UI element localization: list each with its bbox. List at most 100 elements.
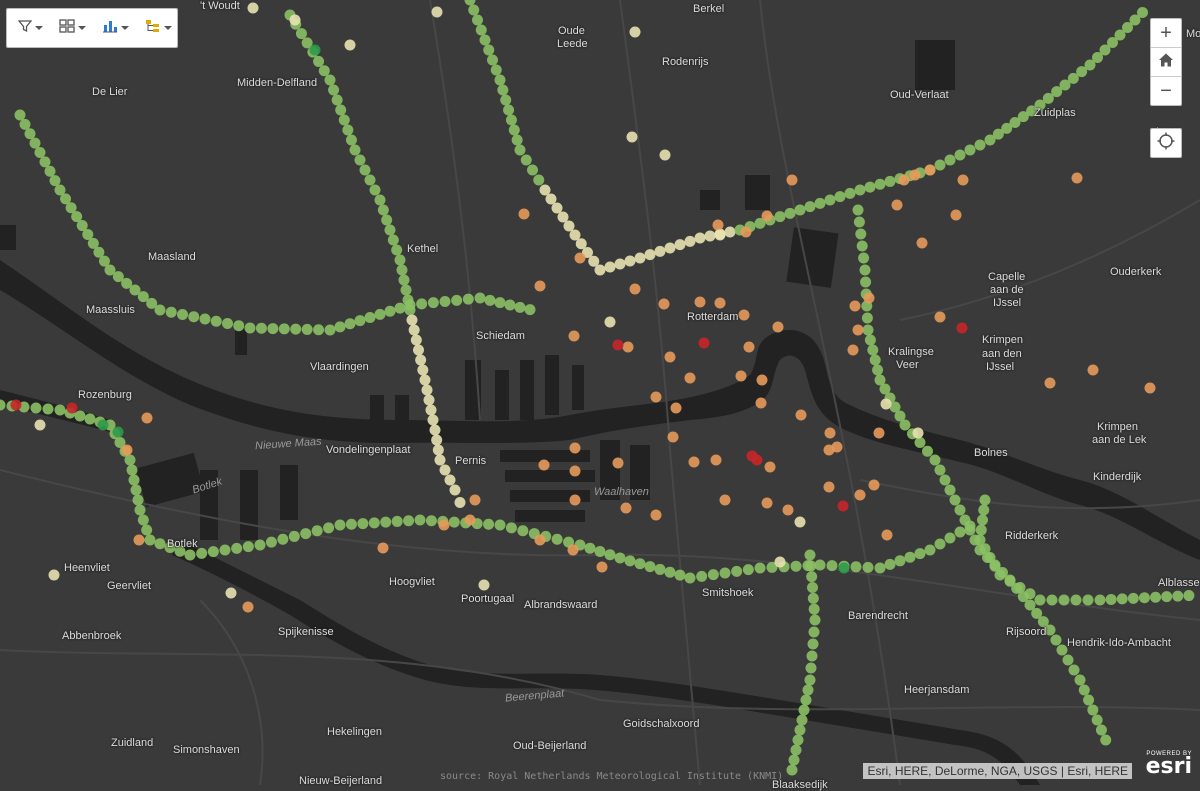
observation-marker[interactable] bbox=[569, 465, 581, 477]
observation-marker[interactable] bbox=[954, 526, 966, 538]
observation-marker[interactable] bbox=[804, 549, 816, 561]
observation-marker[interactable] bbox=[84, 413, 96, 425]
observation-marker[interactable] bbox=[517, 525, 529, 537]
observation-marker[interactable] bbox=[856, 240, 868, 252]
observation-marker[interactable] bbox=[472, 14, 483, 26]
observation-marker[interactable] bbox=[1082, 594, 1094, 606]
observation-marker[interactable] bbox=[924, 164, 936, 176]
observation-marker[interactable] bbox=[255, 322, 267, 334]
observation-marker[interactable] bbox=[432, 444, 444, 456]
observation-marker[interactable] bbox=[374, 194, 386, 206]
observation-marker[interactable] bbox=[1094, 594, 1106, 606]
observation-marker[interactable] bbox=[342, 124, 354, 136]
observation-marker[interactable] bbox=[354, 154, 366, 166]
observation-marker[interactable] bbox=[807, 582, 818, 593]
observation-marker[interactable] bbox=[944, 532, 956, 544]
observation-marker[interactable] bbox=[805, 662, 817, 674]
observation-marker[interactable] bbox=[756, 374, 768, 386]
observation-marker[interactable] bbox=[563, 220, 575, 232]
observation-marker[interactable] bbox=[539, 184, 551, 196]
observation-marker[interactable] bbox=[112, 426, 124, 438]
observation-marker[interactable] bbox=[881, 529, 893, 541]
observation-marker[interactable] bbox=[364, 312, 376, 323]
observation-marker[interactable] bbox=[300, 528, 312, 540]
observation-marker[interactable] bbox=[622, 341, 634, 353]
observation-marker[interactable] bbox=[527, 164, 538, 176]
observation-marker[interactable] bbox=[394, 302, 406, 314]
observation-marker[interactable] bbox=[975, 524, 987, 536]
hierarchy-button[interactable] bbox=[142, 16, 175, 40]
observation-marker[interactable] bbox=[612, 339, 624, 351]
observation-marker[interactable] bbox=[1087, 364, 1099, 376]
observation-marker[interactable] bbox=[804, 674, 816, 686]
observation-marker[interactable] bbox=[295, 28, 307, 40]
observation-marker[interactable] bbox=[944, 484, 956, 496]
observation-marker[interactable] bbox=[165, 306, 177, 318]
observation-marker[interactable] bbox=[406, 314, 418, 326]
observation-marker[interactable] bbox=[421, 384, 433, 396]
observation-marker[interactable] bbox=[225, 587, 237, 599]
observation-marker[interactable] bbox=[374, 308, 386, 320]
observation-marker[interactable] bbox=[133, 534, 145, 546]
observation-marker[interactable] bbox=[806, 650, 818, 662]
observation-marker[interactable] bbox=[154, 538, 166, 550]
observation-marker[interactable] bbox=[847, 344, 859, 356]
observation-marker[interactable] bbox=[654, 245, 666, 257]
observation-marker[interactable] bbox=[795, 409, 807, 421]
observation-marker[interactable] bbox=[344, 318, 356, 330]
observation-marker[interactable] bbox=[629, 283, 641, 295]
observation-marker[interactable] bbox=[743, 341, 755, 353]
observation-marker[interactable] bbox=[751, 454, 763, 466]
observation-marker[interactable] bbox=[121, 444, 133, 456]
observation-marker[interactable] bbox=[74, 410, 86, 422]
observation-marker[interactable] bbox=[922, 445, 933, 457]
observation-marker[interactable] bbox=[551, 533, 563, 545]
observation-marker[interactable] bbox=[462, 293, 474, 305]
observation-marker[interactable] bbox=[184, 549, 196, 561]
observation-marker[interactable] bbox=[852, 324, 864, 336]
observation-marker[interactable] bbox=[199, 313, 211, 325]
observation-marker[interactable] bbox=[824, 194, 836, 206]
observation-marker[interactable] bbox=[786, 174, 798, 186]
observation-marker[interactable] bbox=[54, 404, 66, 416]
observation-marker[interactable] bbox=[265, 536, 277, 548]
observation-marker[interactable] bbox=[494, 297, 506, 309]
observation-marker[interactable] bbox=[740, 226, 752, 238]
observation-marker[interactable] bbox=[596, 561, 608, 573]
observation-marker[interactable] bbox=[19, 118, 31, 130]
observation-marker[interactable] bbox=[398, 274, 410, 286]
observation-marker[interactable] bbox=[807, 592, 819, 604]
observation-marker[interactable] bbox=[824, 427, 836, 439]
observation-marker[interactable] bbox=[944, 154, 956, 166]
observation-marker[interactable] bbox=[464, 514, 476, 526]
observation-marker[interactable] bbox=[219, 544, 231, 556]
observation-marker[interactable] bbox=[425, 404, 437, 416]
observation-marker[interactable] bbox=[369, 184, 381, 196]
observation-marker[interactable] bbox=[664, 351, 676, 363]
observation-marker[interactable] bbox=[569, 442, 581, 454]
observation-marker[interactable] bbox=[34, 147, 46, 158]
observation-marker[interactable] bbox=[384, 305, 396, 317]
observation-marker[interactable] bbox=[604, 549, 616, 561]
observation-marker[interactable] bbox=[659, 149, 671, 161]
observation-marker[interactable] bbox=[710, 454, 722, 466]
observation-marker[interactable] bbox=[704, 230, 716, 242]
zoom-out-button[interactable]: − bbox=[1151, 77, 1181, 105]
observation-marker[interactable] bbox=[712, 219, 724, 231]
observation-marker[interactable] bbox=[808, 626, 820, 638]
observation-marker[interactable] bbox=[1050, 634, 1062, 646]
observation-marker[interactable] bbox=[864, 334, 876, 346]
observation-marker[interactable] bbox=[534, 280, 546, 292]
observation-marker[interactable] bbox=[774, 211, 786, 223]
observation-marker[interactable] bbox=[614, 552, 626, 564]
observation-marker[interactable] bbox=[134, 504, 146, 516]
observation-marker[interactable] bbox=[439, 464, 451, 476]
observation-marker[interactable] bbox=[1105, 593, 1117, 605]
observation-marker[interactable] bbox=[141, 524, 153, 536]
observation-marker[interactable] bbox=[30, 402, 42, 414]
observation-marker[interactable] bbox=[124, 454, 136, 466]
observation-marker[interactable] bbox=[331, 94, 343, 106]
observation-marker[interactable] bbox=[126, 464, 138, 476]
attribution[interactable]: Esri, HERE, DeLorme, NGA, USGS | Esri, H… bbox=[863, 763, 1132, 779]
observation-marker[interactable] bbox=[403, 515, 415, 527]
